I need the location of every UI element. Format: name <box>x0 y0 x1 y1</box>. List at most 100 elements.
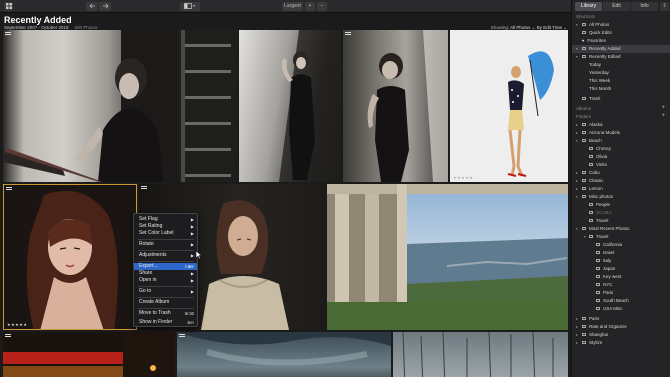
menu-item-create-album[interactable]: Create Album <box>134 299 197 306</box>
folder-item[interactable]: ▾ Most Recent Photos <box>572 225 670 233</box>
menu-item-move-to-trash[interactable]: Move to Trash ⌘⌫ <box>134 310 197 317</box>
photo-thumbnail[interactable] <box>327 184 568 330</box>
sidebar-item-label: Arizona Models <box>589 130 621 135</box>
menu-item-set-rating[interactable]: Set Rating ▶ <box>134 223 197 230</box>
sidebar-item-all-photos[interactable]: ▾ All Photos <box>572 21 670 29</box>
menu-item-show-in-finder[interactable]: Show in Finder ⌘R <box>134 319 197 326</box>
folder-item[interactable]: Italy <box>572 257 670 265</box>
folder-item[interactable]: Vinks <box>572 161 670 169</box>
page-title: Recently Added <box>4 15 72 25</box>
folder-item[interactable]: South Beach <box>572 297 670 305</box>
photo-thumbnail[interactable]: ★★★★★ <box>450 30 568 182</box>
photo-thumbnail[interactable] <box>393 332 568 377</box>
folder-item[interactable]: SCUBA <box>572 209 670 217</box>
add-album-button[interactable]: + <box>661 105 665 111</box>
photo-thumbnail[interactable] <box>343 30 448 182</box>
sidebar-item-trash[interactable]: Trash <box>572 95 670 103</box>
zoom-size-select[interactable]: Largest <box>282 2 303 11</box>
folder-item[interactable]: Olivia <box>572 153 670 161</box>
tab-info[interactable]: Info <box>631 2 658 11</box>
folder-item[interactable]: ▾ Travel <box>572 233 670 241</box>
star-rating[interactable]: ★★★★★ <box>453 175 473 180</box>
menu-item-share[interactable]: Share ▶ <box>134 270 197 277</box>
folder-item[interactable]: ▸ Cabo <box>572 169 670 177</box>
disclosure-triangle-icon[interactable]: ▸ <box>576 331 578 339</box>
photo-thumbnail[interactable] <box>177 332 391 377</box>
tab-edit[interactable]: Edit <box>603 2 630 11</box>
sidebar-item-today[interactable]: Today <box>572 61 670 69</box>
zoom-in-button[interactable]: + <box>305 2 315 11</box>
disclosure-triangle-icon[interactable]: ▾ <box>576 53 578 61</box>
disclosure-triangle-icon[interactable]: ▾ <box>576 225 578 233</box>
redo-icon[interactable] <box>99 2 111 11</box>
menu-item-set-color-label[interactable]: Set Color Label ▶ <box>134 230 197 237</box>
disclosure-triangle-icon[interactable]: ▾ <box>576 137 578 145</box>
disclosure-triangle-icon[interactable]: ▾ <box>576 45 578 53</box>
add-folder-button[interactable]: + <box>661 113 665 119</box>
sidebar-item-favorites[interactable]: ♥ Favorites <box>572 37 670 45</box>
folder-icon <box>596 251 600 255</box>
sidebar-item-label: People <box>596 202 611 207</box>
disclosure-triangle-icon[interactable]: ▾ <box>584 233 586 241</box>
disclosure-triangle-icon[interactable]: ▸ <box>576 129 578 137</box>
disclosure-triangle-icon[interactable]: ▾ <box>576 193 578 201</box>
sidebar-item-this-month[interactable]: This Month <box>572 85 670 93</box>
disclosure-triangle-icon[interactable]: ▸ <box>576 169 578 177</box>
folder-item[interactable]: NYC <box>572 281 670 289</box>
disclosure-triangle-icon[interactable]: ▾ <box>576 21 578 29</box>
photo-thumbnail-selected[interactable]: ★★★★★ <box>3 184 137 330</box>
sidebar-item-yesterday[interactable]: Yesterday <box>572 69 670 77</box>
photo-image <box>402 332 554 377</box>
photo-thumbnail[interactable] <box>3 332 175 377</box>
folder-item[interactable]: ▾ Misc photos <box>572 193 670 201</box>
tab-library[interactable]: Library <box>575 2 602 11</box>
menu-item-adjustments[interactable]: Adjustments ▶ <box>134 252 197 259</box>
export-share-icon[interactable]: ⇪ <box>660 2 669 11</box>
disclosure-triangle-icon[interactable]: ▸ <box>576 315 578 323</box>
sidebar-item-recently-added[interactable]: ▾ Recently Added <box>572 45 670 53</box>
folder-item[interactable]: Chrissy <box>572 145 670 153</box>
sidebar-item-recently-edited[interactable]: ▾ Recently Edited <box>572 53 670 61</box>
folder-item[interactable]: Paris <box>572 289 670 297</box>
folder-item[interactable]: ▸ Paris <box>572 315 670 323</box>
menu-item-set-flag[interactable]: Set Flag ▶ <box>134 216 197 223</box>
menu-item-export[interactable]: Export... ⇧⌘E <box>134 263 197 270</box>
folder-item[interactable]: ▸ Arizona Models <box>572 129 670 137</box>
folder-item[interactable]: ▸ Alaska <box>572 121 670 129</box>
photo-thumbnail[interactable] <box>3 30 177 182</box>
folder-item[interactable]: ▸ Stylize <box>572 339 670 347</box>
photo-thumbnail[interactable] <box>179 30 237 182</box>
folder-item[interactable]: People <box>572 201 670 209</box>
disclosure-triangle-icon[interactable]: ▸ <box>576 339 578 347</box>
folder-item[interactable]: Japan <box>572 265 670 273</box>
folder-item[interactable]: Key west <box>572 273 670 281</box>
folder-item[interactable]: Travel <box>572 217 670 225</box>
grid-view-icon[interactable] <box>4 2 13 11</box>
photo-thumbnail[interactable] <box>239 30 341 182</box>
folder-item[interactable]: ▾ Beach <box>572 137 670 145</box>
sidebar-toggle-icon[interactable] <box>180 2 200 11</box>
folder-item[interactable]: ▸ Shanghai <box>572 331 670 339</box>
menu-separator <box>138 286 194 287</box>
undo-icon[interactable] <box>86 2 98 11</box>
sidebar-item-quick-edits[interactable]: Quick Edits <box>572 29 670 37</box>
disclosure-triangle-icon[interactable]: ▸ <box>576 323 578 331</box>
folder-item[interactable]: Israel <box>572 249 670 257</box>
sidebar-item-this-week[interactable]: This Week <box>572 77 670 85</box>
folder-item[interactable]: USA Misc <box>572 305 670 313</box>
disclosure-triangle-icon[interactable]: ▸ <box>576 177 578 185</box>
zoom-out-button[interactable]: − <box>317 2 327 11</box>
folder-item[interactable]: ▸ Lemon <box>572 185 670 193</box>
folder-item[interactable]: California <box>572 241 670 249</box>
menu-item-open-in[interactable]: Open in ▶ <box>134 277 197 284</box>
star-rating[interactable]: ★★★★★ <box>7 322 27 327</box>
disclosure-triangle-icon[interactable]: ▸ <box>576 121 578 129</box>
folder-item[interactable]: ▸ Classic <box>572 177 670 185</box>
folder-item[interactable]: ▸ Rate and Organize <box>572 323 670 331</box>
menu-item-rotate[interactable]: Rotate ▶ <box>134 241 197 248</box>
folder-icon <box>589 163 593 167</box>
menu-item-label: Adjustments <box>139 252 167 258</box>
menu-item-label: Export... <box>139 263 158 269</box>
menu-item-go-to[interactable]: Go to ▶ <box>134 288 197 295</box>
disclosure-triangle-icon[interactable]: ▸ <box>576 185 578 193</box>
